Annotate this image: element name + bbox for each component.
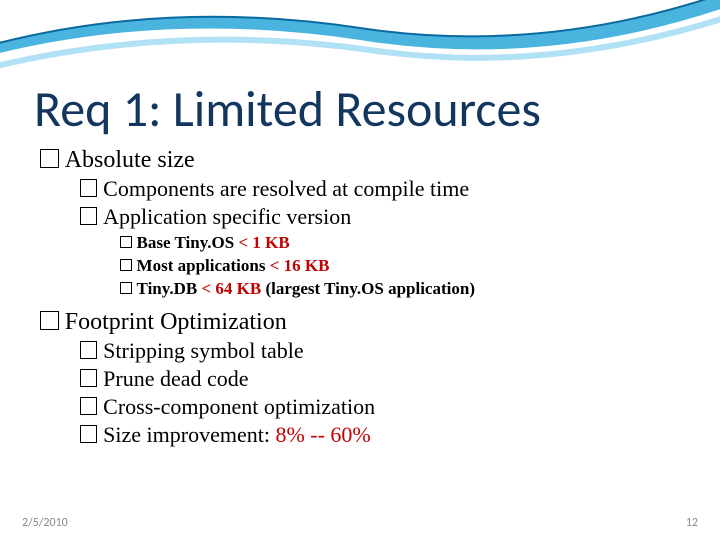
bullet-cross-component: Cross-component optimization: [80, 394, 690, 420]
bullet-pre: Tiny.DB: [137, 279, 202, 298]
bullet-red: < 1 KB: [238, 233, 289, 252]
bullet-absolute-size: Absolute size: [40, 147, 690, 174]
bullet-red: < 16 KB: [270, 256, 330, 275]
bullet-red: 8% -- 60%: [275, 422, 370, 447]
bullet-components-resolved: Components are resolved at compile time: [80, 176, 690, 202]
bullet-base-tinyos: Base Tiny.OS < 1 KB: [120, 233, 690, 253]
slide-title: Req 1: Limited Resources: [34, 84, 690, 137]
bullet-size-improvement: Size improvement: 8% -- 60%: [80, 422, 690, 448]
bullet-pre: Most applications: [137, 256, 270, 275]
bullet-post: (largest Tiny.OS application): [265, 279, 475, 298]
bullet-footprint-opt: Footprint Optimization: [40, 309, 690, 336]
bullet-text: Footprint Optimization: [65, 309, 287, 335]
bullet-stripping: Stripping symbol table: [80, 338, 690, 364]
bullet-text: Prune dead code: [103, 366, 248, 391]
bullet-tinydb: Tiny.DB < 64 KB (largest Tiny.OS applica…: [120, 279, 690, 299]
footer-page-number: 12: [686, 516, 698, 530]
bullet-pre: Size improvement:: [103, 422, 275, 447]
bullet-text: Components are resolved at compile time: [103, 176, 469, 201]
bullet-prune: Prune dead code: [80, 366, 690, 392]
footer-date: 2/5/2010: [22, 516, 68, 530]
bullet-app-specific: Application specific version: [80, 204, 690, 230]
bullet-text: Absolute size: [65, 147, 195, 173]
bullet-text: Cross-component optimization: [103, 394, 375, 419]
bullet-text: Application specific version: [103, 204, 351, 229]
bullet-red: < 64 KB: [201, 279, 265, 298]
bullet-pre: Base Tiny.OS: [137, 233, 239, 252]
bullet-text: Stripping symbol table: [103, 338, 303, 363]
bullet-most-apps: Most applications < 16 KB: [120, 256, 690, 276]
slide-content: Req 1: Limited Resources Absolute size C…: [34, 84, 690, 448]
